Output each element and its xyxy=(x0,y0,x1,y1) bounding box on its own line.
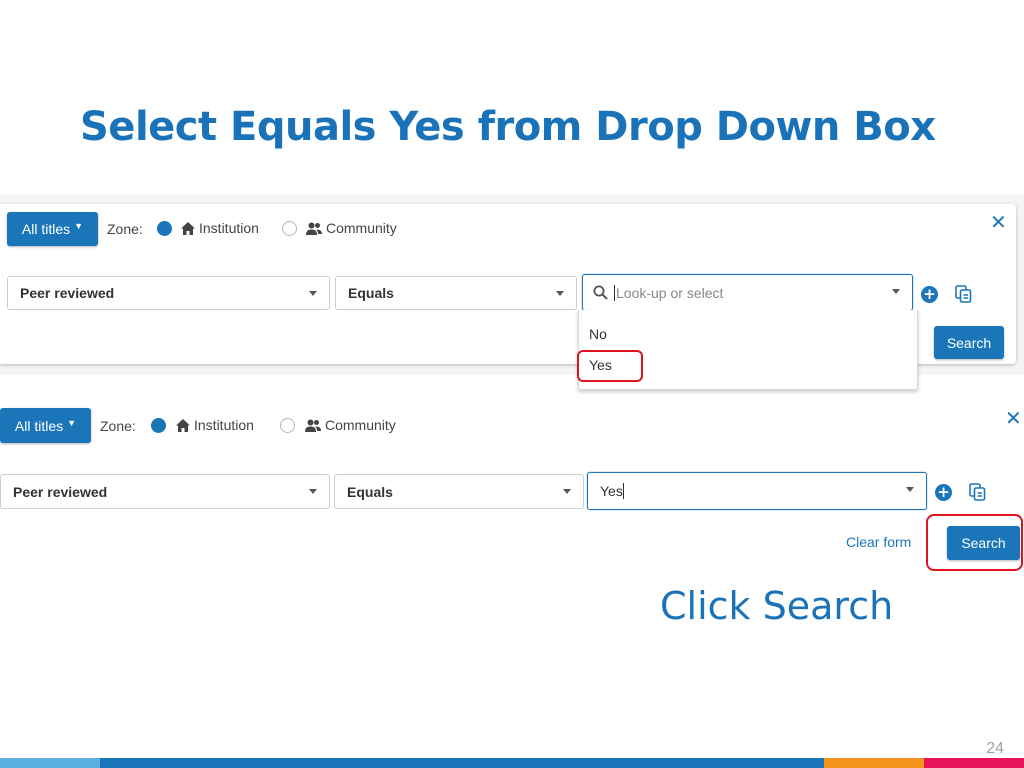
all-titles-label: All titles xyxy=(21,221,71,237)
text-cursor xyxy=(622,483,624,499)
zone-label: Zone: xyxy=(100,418,136,434)
radio-institution[interactable] xyxy=(157,221,172,236)
chevron-down-icon: ▼ xyxy=(67,417,77,428)
text-cursor xyxy=(614,284,615,301)
slide-title: Select Equals Yes from Drop Down Box xyxy=(80,104,936,150)
zone-label: Zone: xyxy=(107,221,143,237)
zone-option-institution[interactable]: Institution xyxy=(176,417,254,433)
chevron-down-icon xyxy=(556,291,564,296)
add-condition-icon[interactable]: + xyxy=(935,484,952,501)
zone-option-community[interactable]: Community xyxy=(306,220,397,236)
chevron-down-icon xyxy=(892,289,900,294)
chevron-down-icon: ▼ xyxy=(74,221,84,231)
add-condition-icon[interactable]: + xyxy=(921,286,938,303)
operator-select-value: Equals xyxy=(348,285,394,301)
clear-form-link[interactable]: Clear form xyxy=(846,534,911,550)
users-icon xyxy=(305,419,321,432)
dropdown-option-no[interactable]: No xyxy=(589,326,607,342)
chevron-down-icon xyxy=(563,489,571,494)
page-number: 24 xyxy=(986,740,1004,757)
footer-bar-light-blue xyxy=(0,758,100,768)
close-icon[interactable]: ✕ xyxy=(1005,408,1022,428)
zone-option-community[interactable]: Community xyxy=(305,417,396,433)
all-titles-button[interactable]: All titles ▼ xyxy=(7,212,98,246)
copy-icon[interactable] xyxy=(969,483,986,501)
search-button[interactable]: Search xyxy=(934,326,1004,359)
value-input-text: Yes xyxy=(600,483,623,499)
radio-institution[interactable] xyxy=(151,418,166,433)
zone-option-institution[interactable]: Institution xyxy=(181,220,259,236)
field-select[interactable]: Peer reviewed xyxy=(7,276,330,310)
field-select-value: Peer reviewed xyxy=(20,285,115,301)
value-input[interactable]: Yes xyxy=(587,472,927,510)
operator-select[interactable]: Equals xyxy=(335,276,577,310)
all-titles-label: All titles xyxy=(14,417,64,434)
all-titles-button[interactable]: All titles ▼ xyxy=(0,408,91,443)
highlight-search-button xyxy=(926,514,1023,571)
chevron-down-icon xyxy=(906,487,914,492)
chevron-down-icon xyxy=(309,489,317,494)
footer-bar-orange xyxy=(824,758,924,768)
zone-option-label: Community xyxy=(325,417,396,433)
operator-select[interactable]: Equals xyxy=(334,474,584,509)
field-select[interactable]: Peer reviewed xyxy=(0,474,330,509)
zone-option-label: Community xyxy=(326,220,397,236)
home-icon xyxy=(176,418,190,432)
footer-bar-blue xyxy=(100,758,824,768)
radio-community[interactable] xyxy=(282,221,297,236)
zone-option-label: Institution xyxy=(194,417,254,433)
chevron-down-icon xyxy=(309,291,317,296)
operator-select-value: Equals xyxy=(347,483,393,500)
highlight-yes-option xyxy=(577,350,643,382)
value-lookup-placeholder: Look-up or select xyxy=(616,284,724,301)
search-button-label: Search xyxy=(946,334,992,351)
close-icon[interactable]: ✕ xyxy=(990,212,1007,232)
copy-icon[interactable] xyxy=(955,285,972,303)
home-icon xyxy=(181,221,195,235)
radio-community[interactable] xyxy=(280,418,295,433)
zone-option-label: Institution xyxy=(199,220,259,236)
click-search-callout: Click Search xyxy=(660,584,894,628)
field-select-value: Peer reviewed xyxy=(13,483,108,500)
users-icon xyxy=(306,222,322,235)
value-lookup-input[interactable]: Look-up or select xyxy=(582,274,913,311)
footer-bar-pink xyxy=(924,758,1024,768)
search-icon xyxy=(593,285,608,300)
